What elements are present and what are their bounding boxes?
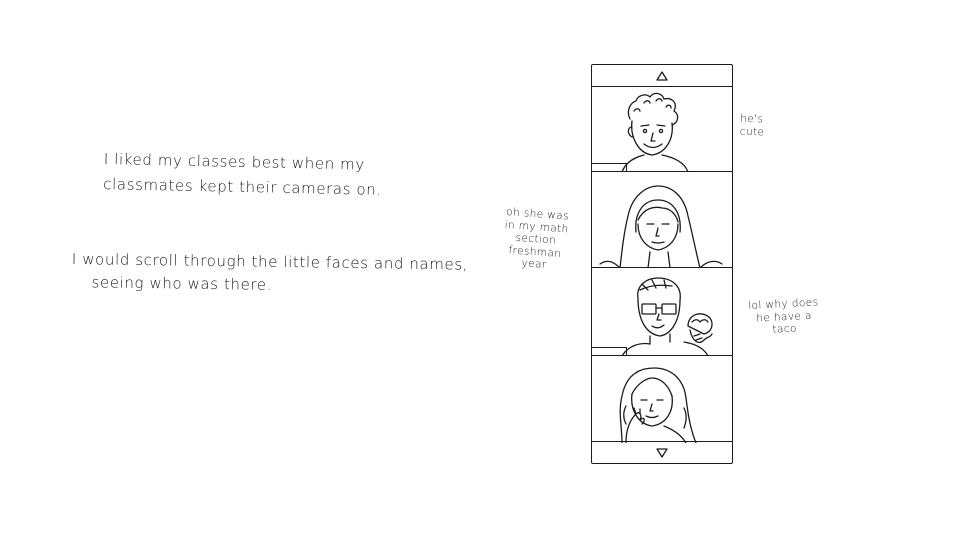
participant-tile[interactable] bbox=[592, 87, 732, 172]
participant-tile[interactable] bbox=[592, 268, 732, 356]
participant-drawing bbox=[621, 92, 689, 171]
comment-tile-3: lol why does he have a taco bbox=[748, 296, 820, 337]
name-tag bbox=[592, 347, 627, 355]
comment-line: cute bbox=[739, 125, 765, 139]
scroll-down-button[interactable] bbox=[592, 441, 732, 463]
comment-line: he's bbox=[740, 112, 764, 126]
triangle-down-icon bbox=[656, 447, 668, 458]
participant-tile[interactable] bbox=[592, 356, 732, 443]
triangle-up-icon bbox=[656, 70, 668, 81]
narration-line: I liked my classes best when my bbox=[103, 150, 366, 174]
participant-drawing bbox=[599, 185, 723, 267]
name-tag bbox=[592, 163, 627, 171]
narration-paragraph-1: I liked my classes best when my classmat… bbox=[103, 150, 382, 199]
participant-drawing bbox=[621, 277, 713, 355]
participant-strip bbox=[591, 64, 733, 464]
narration-paragraph-2: I would scroll through the little faces … bbox=[71, 250, 468, 297]
narration-line: I would scroll through the little faces … bbox=[71, 250, 469, 274]
comment-tile-2: oh she was in my math section freshman y… bbox=[502, 206, 570, 273]
participant-drawing bbox=[619, 367, 697, 443]
narration-line: seeing who was there. bbox=[91, 273, 273, 294]
comment-tile-1: he's cute bbox=[740, 113, 765, 139]
participant-tile[interactable] bbox=[592, 172, 732, 268]
narration-line: classmates kept their cameras on. bbox=[103, 174, 382, 199]
scroll-up-button[interactable] bbox=[592, 65, 732, 87]
